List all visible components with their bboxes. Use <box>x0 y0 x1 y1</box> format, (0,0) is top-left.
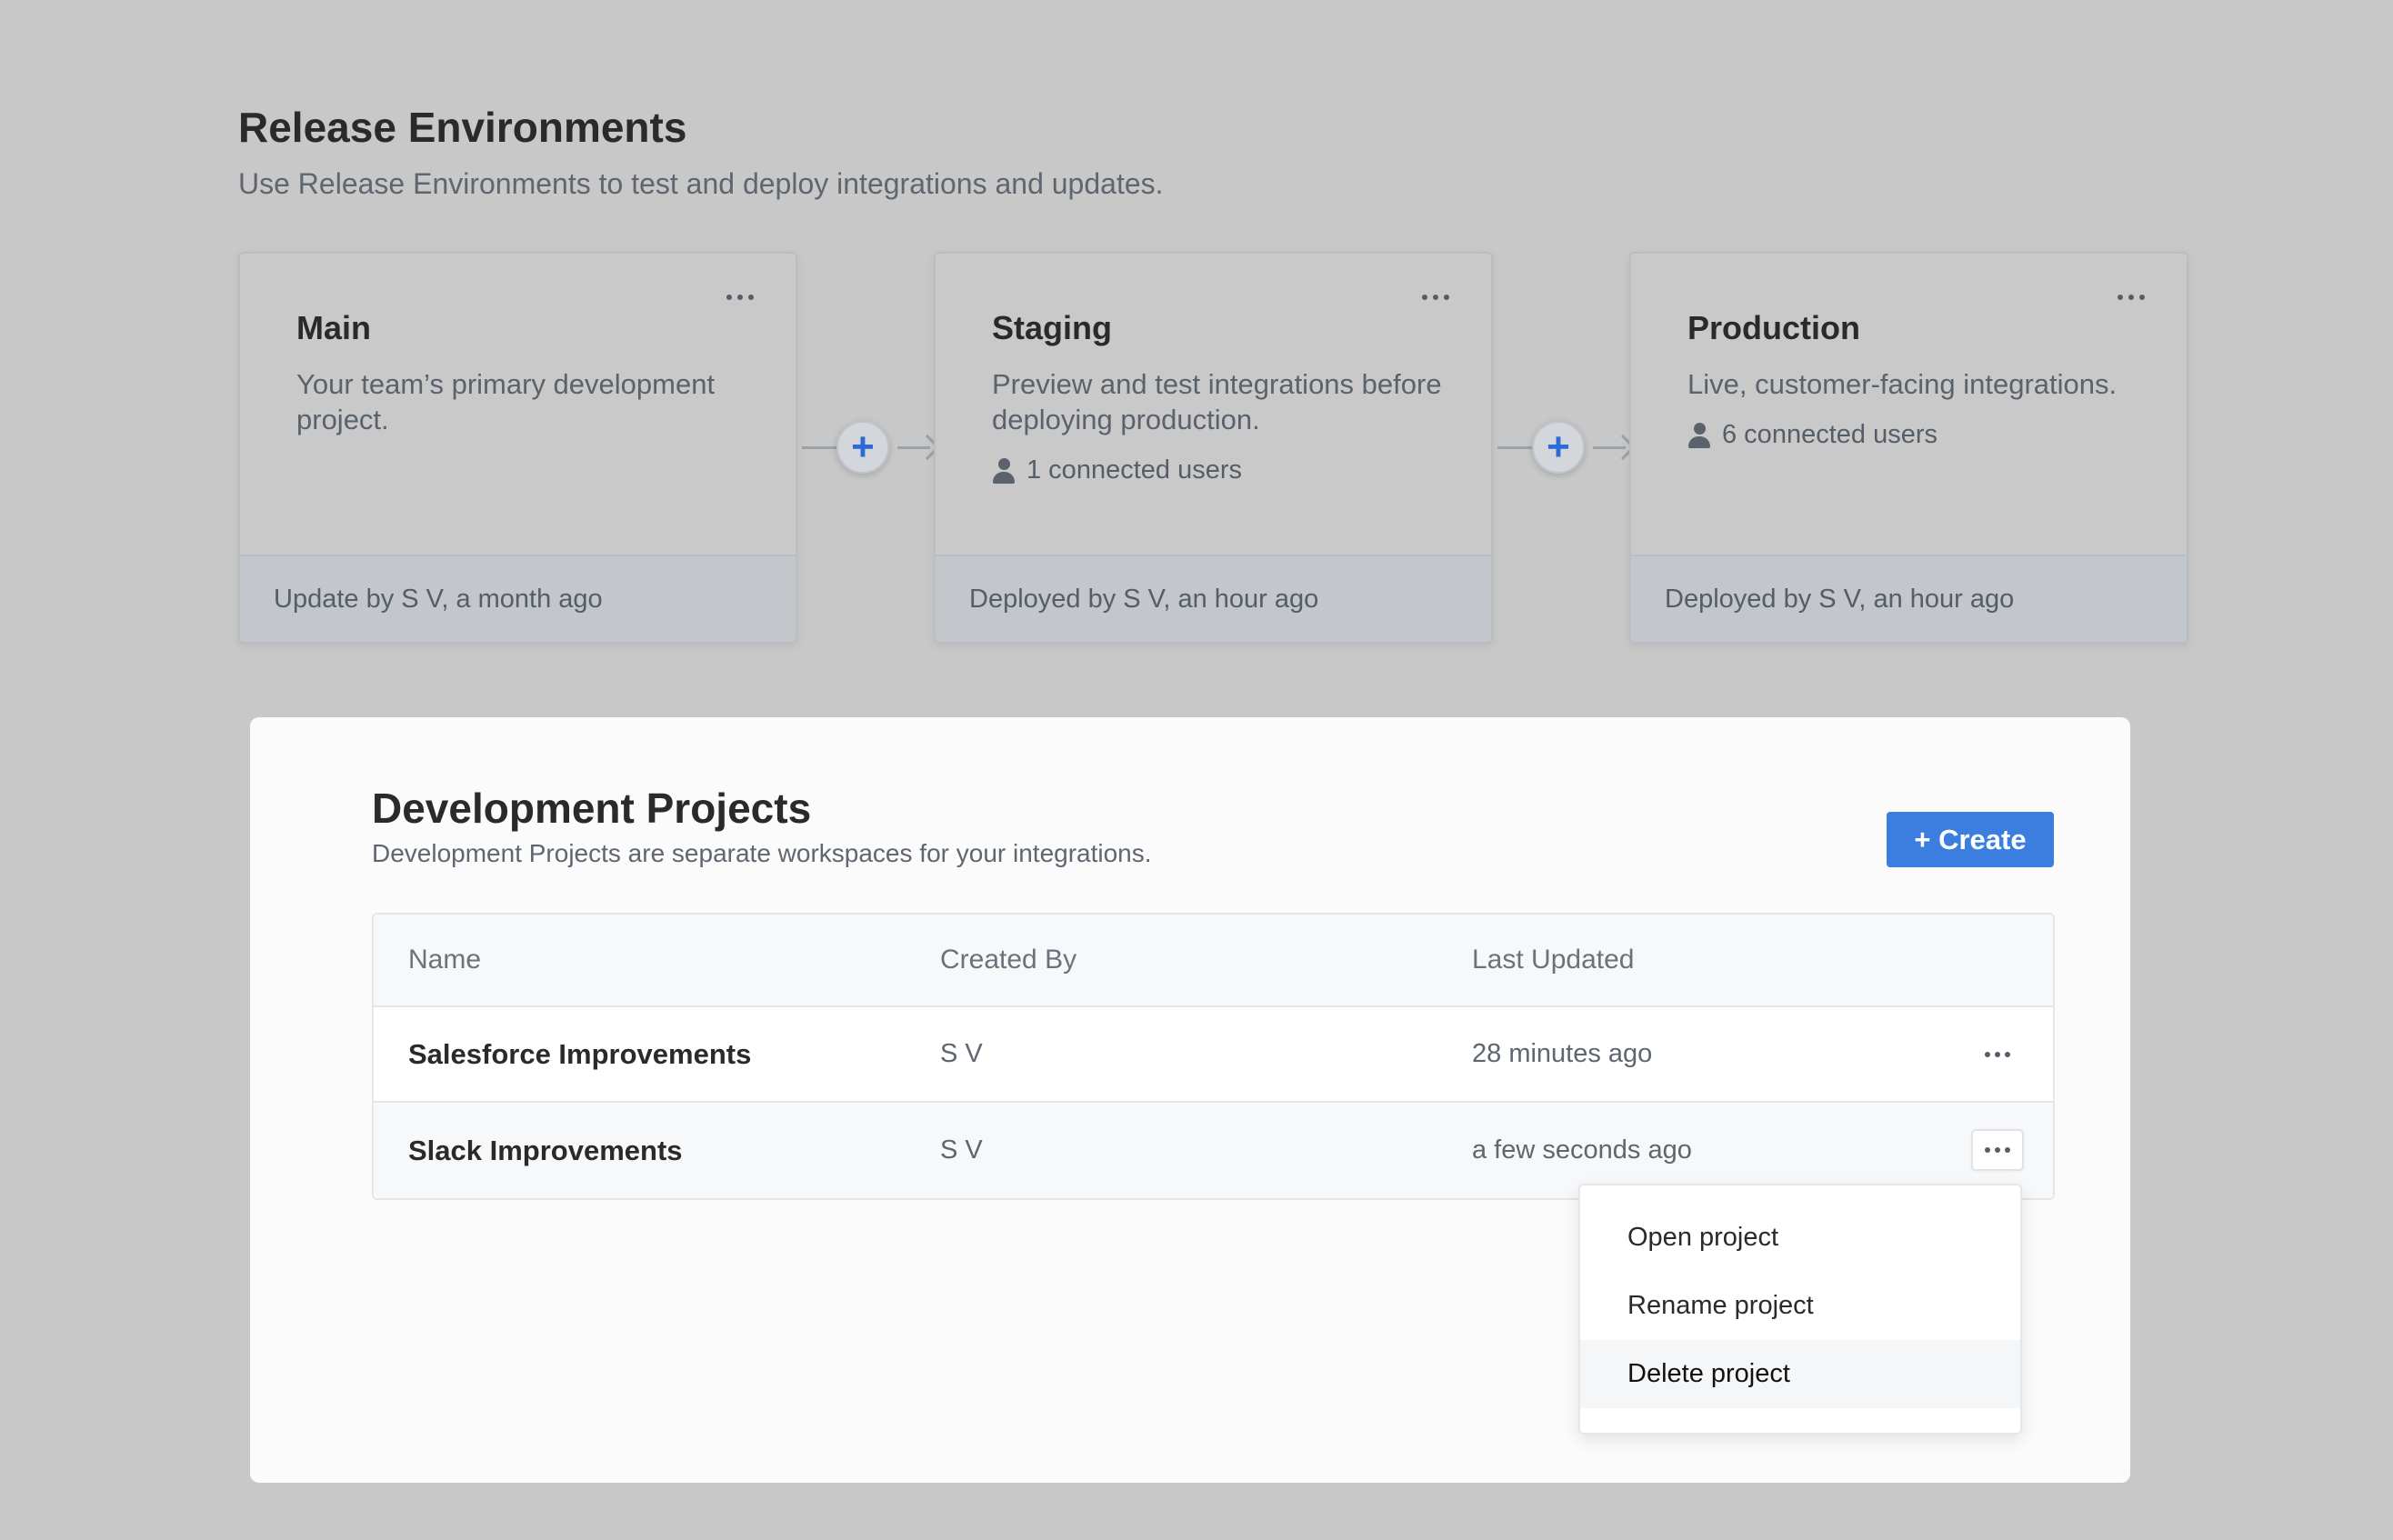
env-card-body: Staging Preview and test integrations be… <box>936 254 1491 556</box>
release-subtitle: Use Release Environments to test and dep… <box>238 167 1164 200</box>
project-created-by: S V <box>940 1039 983 1068</box>
env-footer: Update by S V, a month ago <box>240 555 796 642</box>
dev-projects-subtitle: Development Projects are separate worksp… <box>372 839 1152 867</box>
add-environment-button[interactable]: + <box>1532 421 1585 474</box>
env-card-staging[interactable]: Staging Preview and test integrations be… <box>934 252 1493 644</box>
table-header: Name Created By Last Updated <box>374 915 2053 1007</box>
env-connector: + <box>1497 415 1637 479</box>
dot-icon <box>2005 1147 2010 1153</box>
project-last-updated: 28 minutes ago <box>1472 1039 1653 1068</box>
env-footer: Deployed by S V, an hour ago <box>1631 555 2187 642</box>
env-card-body: Production Live, customer-facing integra… <box>1631 254 2187 556</box>
release-title: Release Environments <box>238 104 687 151</box>
dot-icon <box>1995 1052 2000 1057</box>
env-connector: + <box>802 415 941 479</box>
menu-item-delete-project[interactable]: Delete project <box>1580 1340 2020 1408</box>
project-name[interactable]: Slack Improvements <box>408 1135 683 1167</box>
menu-item-open-project[interactable]: Open project <box>1580 1204 2020 1272</box>
user-icon <box>1687 422 1711 448</box>
env-footer: Deployed by S V, an hour ago <box>936 555 1491 642</box>
connector-line <box>1497 446 1534 449</box>
env-users: 1 connected users <box>992 455 1435 485</box>
add-environment-button[interactable]: + <box>836 421 889 474</box>
env-name: Staging <box>992 309 1112 346</box>
project-actions-menu: Open project Rename project Delete proje… <box>1578 1184 2022 1435</box>
table-row[interactable]: Salesforce Improvements S V 28 minutes a… <box>374 1007 2053 1103</box>
column-header-created-by[interactable]: Created By <box>940 945 1076 975</box>
env-card-main[interactable]: Main Your team’s primary development pro… <box>238 252 797 644</box>
env-card-body: Main Your team’s primary development pro… <box>240 254 796 556</box>
page: Release Environments Use Release Environ… <box>0 0 2393 1540</box>
env-card-production[interactable]: Production Live, customer-facing integra… <box>1629 252 2188 644</box>
project-name[interactable]: Salesforce Improvements <box>408 1038 751 1071</box>
release-header: Release Environments Use Release Environ… <box>238 102 1164 202</box>
user-icon <box>992 457 1016 484</box>
env-description: Preview and test integrations before dep… <box>992 368 1442 435</box>
project-last-updated: a few seconds ago <box>1472 1135 1692 1165</box>
env-users: 6 connected users <box>1687 420 2130 450</box>
dot-icon <box>1985 1147 1990 1153</box>
dot-icon <box>1995 1147 2000 1153</box>
env-name: Production <box>1687 309 1860 346</box>
connector-line <box>802 446 838 449</box>
dev-projects-title: Development Projects <box>372 785 812 832</box>
column-header-name[interactable]: Name <box>408 945 481 975</box>
projects-table: Name Created By Last Updated Salesforce … <box>372 913 2055 1200</box>
create-button[interactable]: + Create <box>1887 812 2054 867</box>
project-created-by: S V <box>940 1135 983 1165</box>
row-menu-button[interactable] <box>1971 1034 2024 1075</box>
menu-item-rename-project[interactable]: Rename project <box>1580 1272 2020 1340</box>
env-description: Your team’s primary development project. <box>296 368 716 435</box>
row-menu-button[interactable] <box>1971 1129 2024 1171</box>
env-users-label: 6 connected users <box>1722 420 1937 449</box>
dot-icon <box>1985 1052 1990 1057</box>
env-description: Live, customer-facing integrations. <box>1687 368 2118 400</box>
env-users-label: 1 connected users <box>1026 455 1242 485</box>
dot-icon <box>2005 1052 2010 1057</box>
column-header-last-updated[interactable]: Last Updated <box>1472 945 1634 975</box>
env-name: Main <box>296 309 372 346</box>
